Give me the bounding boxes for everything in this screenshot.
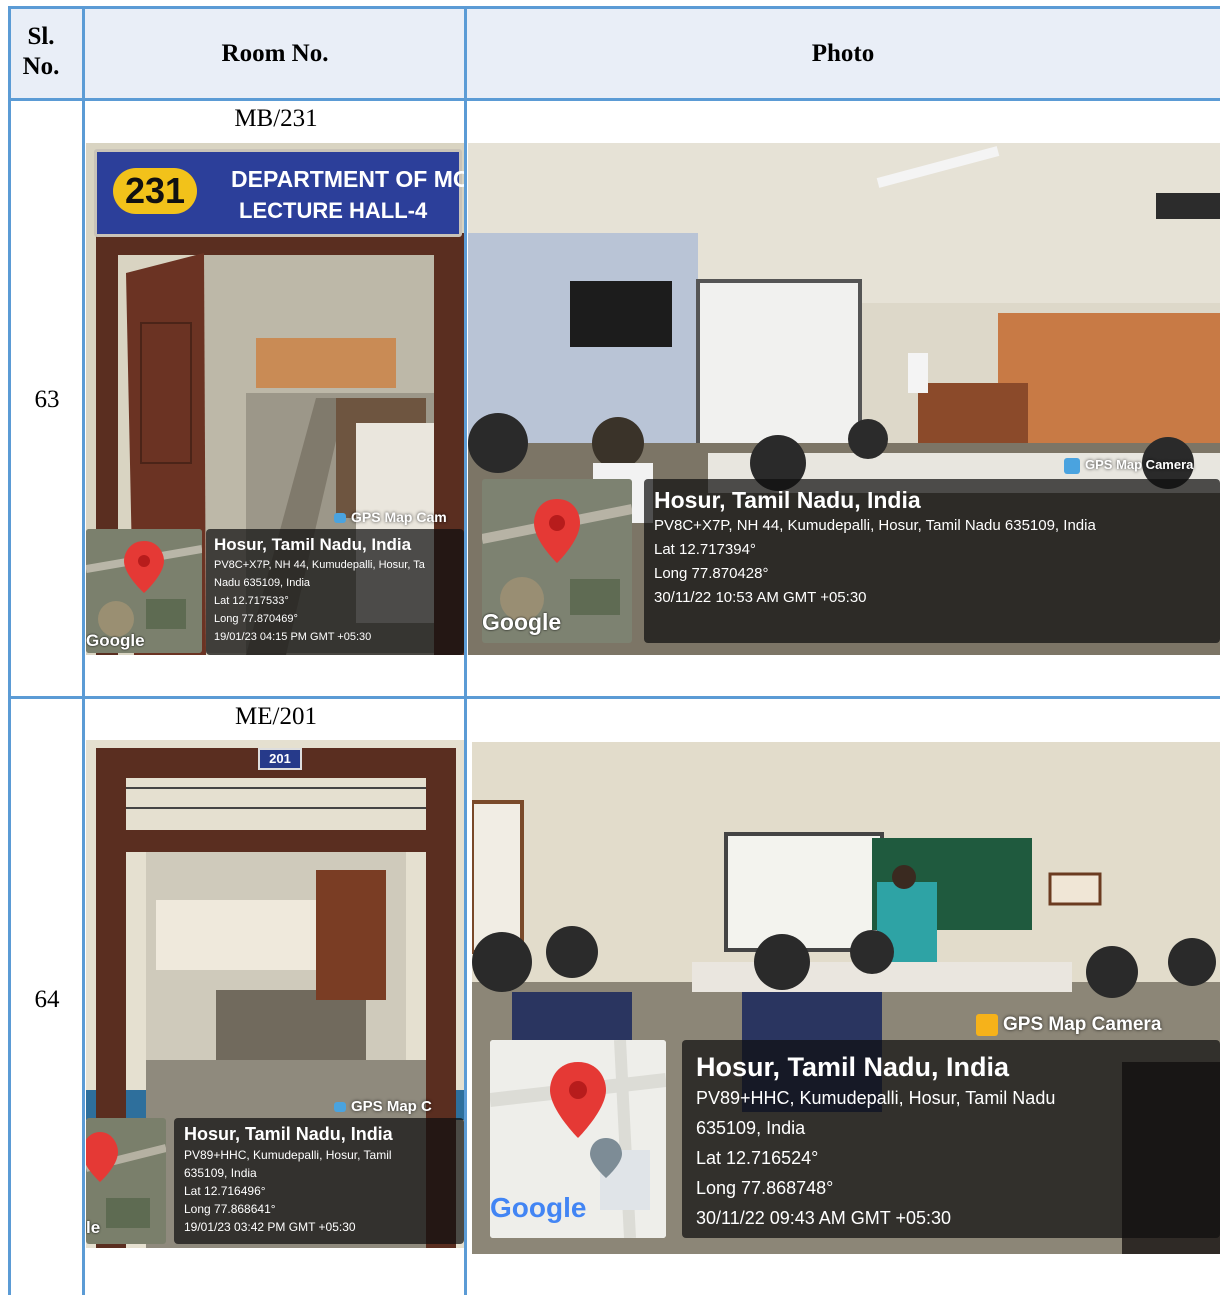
location-lat: Lat 12.716496° xyxy=(184,1184,266,1198)
gps-camera-label: GPS Map Camera xyxy=(1064,457,1193,474)
room-sign-number: 231 xyxy=(113,168,197,214)
gps-camera-label: GPS Map Camera xyxy=(976,1014,1161,1036)
row-63-room-no: MB/231 xyxy=(234,105,318,132)
room-sign-line2: LECTURE HALL-4 xyxy=(239,198,428,223)
location-info-box: Hosur, Tamil Nadu, India PV8C+X7P, NH 44… xyxy=(644,479,1220,643)
camera-icon xyxy=(334,513,346,524)
header-sl-no: Sl. No. xyxy=(22,23,60,80)
location-info-box: Hosur, Tamil Nadu, India PV8C+X7P, NH 44… xyxy=(206,529,464,655)
header-room-no: Room No. xyxy=(221,40,329,67)
location-long: Long 77.870428° xyxy=(654,565,769,582)
google-logo: le xyxy=(86,1218,101,1237)
location-address: PV8C+X7P, NH 44, Kumudepalli, Hosur, Tam… xyxy=(654,517,1096,534)
google-logo: Google xyxy=(490,1192,587,1223)
map-thumbnail: Google xyxy=(482,479,632,643)
location-address: PV89+HHC, Kumudepalli, Hosur, Tamil xyxy=(184,1148,392,1162)
location-timestamp: 19/01/23 03:42 PM GMT +05:30 xyxy=(184,1220,356,1234)
camera-icon xyxy=(334,1102,346,1113)
gps-camera-label: GPS Map Cam xyxy=(334,509,447,525)
location-long: Long 77.870469° xyxy=(214,613,298,625)
location-lat: Lat 12.717533° xyxy=(214,595,289,607)
location-lat: Lat 12.717394° xyxy=(654,541,756,558)
row-64-sl-no: 64 xyxy=(34,986,60,1013)
location-place: Hosur, Tamil Nadu, India xyxy=(184,1124,393,1144)
location-address-2: 635109, India xyxy=(184,1166,257,1180)
row-63-classroom-photo: GPS Map Camera Google Hosur, Tamil Nadu,… xyxy=(468,143,1220,655)
location-place: Hosur, Tamil Nadu, India xyxy=(214,535,412,554)
map-thumbnail: Google xyxy=(86,529,202,653)
row-64-classroom-photo: GPS Map Camera Google Hosur, Tamil Nadu,… xyxy=(472,742,1220,1254)
gps-camera-label: GPS Map C xyxy=(334,1098,432,1115)
grid-line xyxy=(82,8,85,1295)
location-address: PV89+HHC, Kumudepalli, Hosur, Tamil Nadu xyxy=(696,1088,1056,1108)
location-timestamp: 19/01/23 04:15 PM GMT +05:30 xyxy=(214,631,372,643)
location-info-box: Hosur, Tamil Nadu, India PV89+HHC, Kumud… xyxy=(174,1118,464,1244)
map-thumbnail: Google xyxy=(490,1040,666,1238)
row-63-sl-no: 63 xyxy=(34,386,60,413)
room-sign-231: 231 DEPARTMENT OF MCA LECTURE HALL-4 xyxy=(94,149,464,237)
location-address: PV8C+X7P, NH 44, Kumudepalli, Hosur, Ta xyxy=(214,559,425,571)
row-64-room-photo: 201 GPS Map C le Hosur, Tamil Nadu, Indi… xyxy=(86,740,464,1248)
map-thumbnail: le xyxy=(86,1118,166,1244)
grid-line xyxy=(8,6,1220,9)
row-64-room-no: ME/201 xyxy=(235,703,317,730)
grid-line xyxy=(464,8,467,1295)
location-info-box: Hosur, Tamil Nadu, India PV89+HHC, Kumud… xyxy=(682,1040,1220,1238)
grid-line xyxy=(8,696,1220,699)
room-sign-line1: DEPARTMENT OF MCA xyxy=(231,166,464,192)
location-place: Hosur, Tamil Nadu, India xyxy=(654,487,921,513)
header-photo: Photo xyxy=(811,40,875,67)
location-address-2: 635109, India xyxy=(696,1118,806,1138)
grid-line xyxy=(8,98,1220,101)
room-sign-201: 201 xyxy=(258,748,302,770)
location-place: Hosur, Tamil Nadu, India xyxy=(696,1052,1010,1082)
location-timestamp: 30/11/22 10:53 AM GMT +05:30 xyxy=(654,589,867,606)
camera-icon xyxy=(1064,457,1080,474)
google-logo: Google xyxy=(86,631,145,650)
location-address-2: Nadu 635109, India xyxy=(214,577,311,589)
row-63-room-photo: 231 DEPARTMENT OF MCA LECTURE HALL-4 GPS… xyxy=(86,143,464,655)
location-lat: Lat 12.716524° xyxy=(696,1148,819,1168)
camera-icon xyxy=(976,1014,998,1036)
location-long: Long 77.868748° xyxy=(696,1178,834,1198)
grid-line xyxy=(8,8,11,1295)
google-logo: Google xyxy=(482,609,562,635)
location-long: Long 77.868641° xyxy=(184,1202,276,1216)
location-timestamp: 30/11/22 09:43 AM GMT +05:30 xyxy=(696,1208,952,1228)
